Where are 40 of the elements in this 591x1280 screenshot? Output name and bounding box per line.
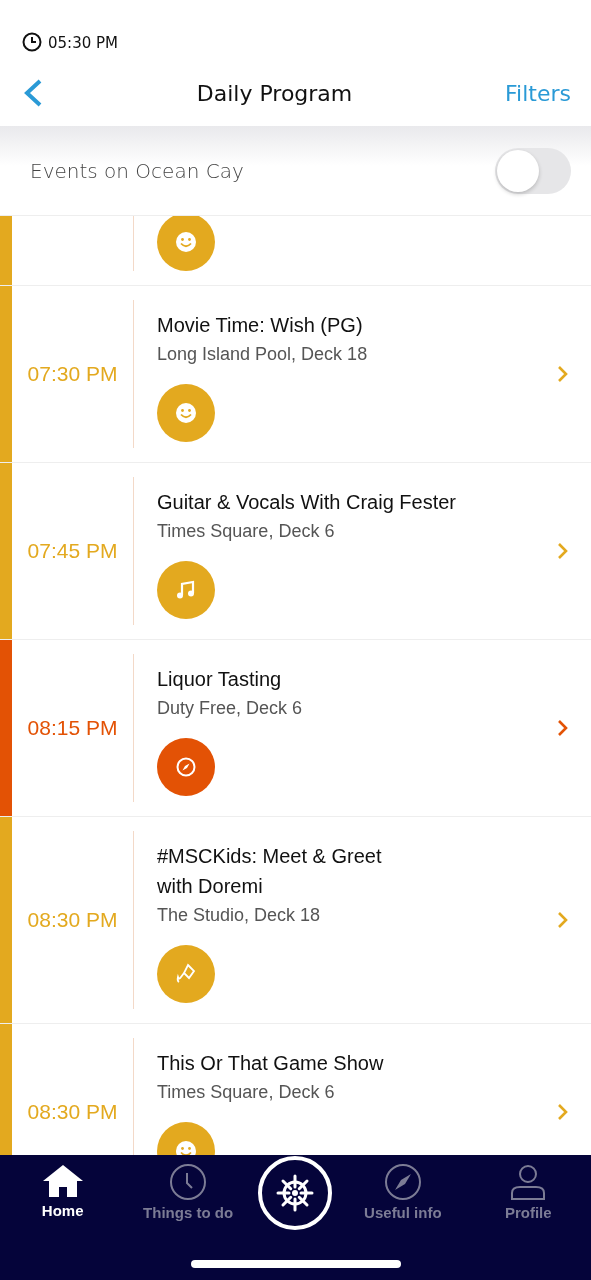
tab[interactable]: Things to do — [133, 1163, 244, 1230]
tab[interactable]: Profile — [473, 1163, 584, 1230]
filters-link[interactable]: Filters — [505, 80, 571, 106]
event-location: Duty Free, Deck 6 — [157, 697, 304, 720]
toggle-switch[interactable] — [495, 147, 571, 194]
chevron-icon[interactable] — [557, 542, 569, 560]
chevron-icon[interactable] — [557, 911, 569, 929]
music-note-icon — [175, 579, 197, 601]
chevron-icon[interactable] — [557, 719, 569, 737]
event-title: Liquor Tasting — [157, 667, 283, 692]
status-time: 05:30 PM — [48, 34, 118, 52]
event-time: 08:30 PM — [27, 908, 118, 932]
filter-label: Events on Ocean Cay — [30, 158, 244, 183]
event-title: #MSCKids: Meet & Greet with Doremi — [157, 844, 383, 899]
compass-icon — [175, 756, 197, 778]
event-time: 08:15 PM — [27, 716, 118, 740]
smiley-icon — [175, 402, 197, 424]
person-icon — [509, 1163, 548, 1201]
event-location: Times Square, Deck 6 — [157, 520, 336, 543]
kite-icon — [175, 963, 197, 985]
event-title: Guitar & Vocals With Craig Fester — [157, 490, 457, 515]
compass-icon — [383, 1163, 422, 1201]
clock-icon — [22, 32, 42, 52]
ship-wheel-icon — [276, 1174, 315, 1212]
event-time: 08:30 PM — [27, 1100, 118, 1124]
event-time: 07:45 PM — [27, 539, 118, 563]
event-time: 07:30 PM — [27, 362, 118, 386]
tab[interactable]: Home — [7, 1163, 118, 1230]
page-title: Daily Program — [196, 80, 353, 106]
event-title: Movie Time: Wish (PG) — [157, 313, 364, 338]
back-button[interactable] — [22, 78, 44, 108]
event-location: Times Square, Deck 6 — [157, 1081, 336, 1104]
smiley-icon — [175, 231, 197, 253]
event-location: Long Island Pool, Deck 18 — [157, 343, 369, 366]
event-location: The Studio, Deck 18 — [157, 904, 322, 927]
clock-icon — [169, 1163, 208, 1201]
chevron-icon[interactable] — [557, 1103, 569, 1121]
tab[interactable]: Useful info — [347, 1163, 458, 1230]
chevron-icon[interactable] — [557, 365, 569, 383]
event-title: This Or That Game Show — [157, 1051, 385, 1076]
